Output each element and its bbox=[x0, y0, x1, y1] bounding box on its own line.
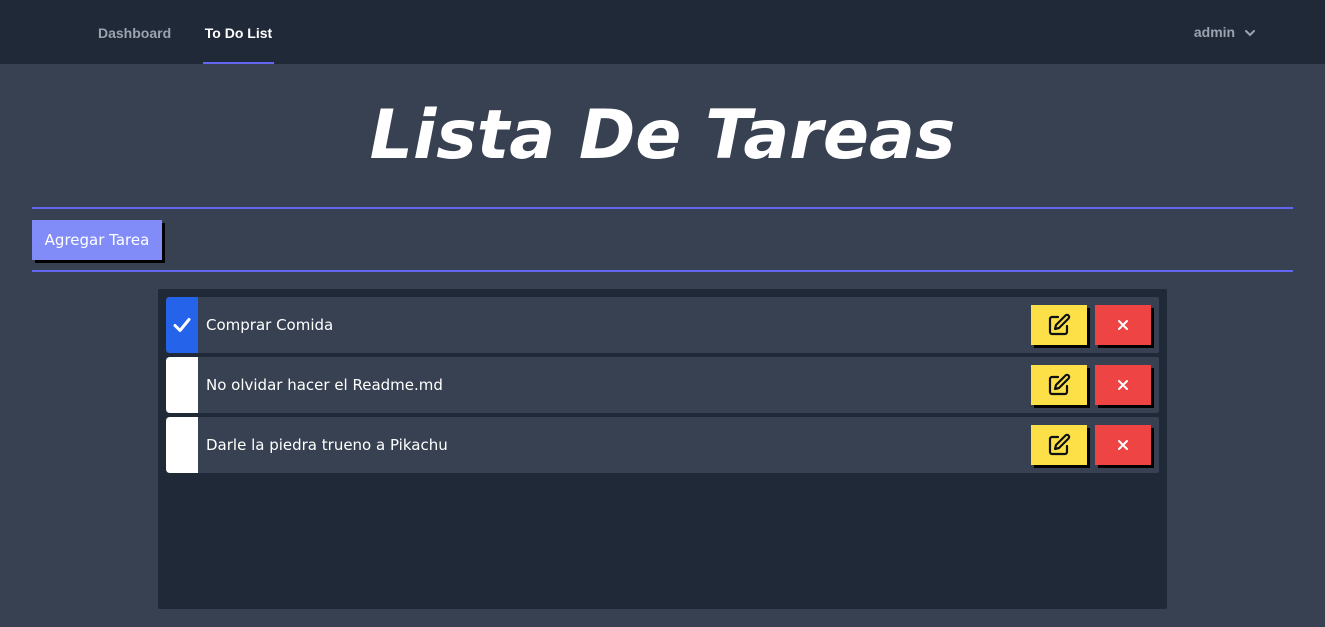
nav-link-dashboard[interactable]: Dashboard bbox=[98, 0, 171, 64]
edit-task-button[interactable] bbox=[1031, 425, 1087, 465]
divider-bottom bbox=[32, 270, 1293, 272]
edit-task-button[interactable] bbox=[1031, 305, 1087, 345]
page-title: Lista De Tareas bbox=[369, 96, 956, 175]
delete-task-button[interactable] bbox=[1095, 365, 1151, 405]
edit-icon bbox=[1048, 433, 1071, 456]
top-navbar: Dashboard To Do List admin bbox=[0, 0, 1325, 64]
task-text: Comprar Comida bbox=[206, 316, 334, 334]
task-item: No olvidar hacer el Readme.md bbox=[166, 357, 1159, 413]
task-checkbox[interactable] bbox=[166, 297, 198, 353]
delete-task-button[interactable] bbox=[1095, 305, 1151, 345]
edit-icon bbox=[1048, 373, 1071, 396]
delete-task-button[interactable] bbox=[1095, 425, 1151, 465]
task-text: Darle la piedra trueno a Pikachu bbox=[206, 436, 448, 454]
add-task-button[interactable]: Agregar Tarea bbox=[32, 220, 162, 260]
edit-icon bbox=[1048, 313, 1071, 336]
task-text: No olvidar hacer el Readme.md bbox=[206, 376, 443, 394]
task-checkbox[interactable] bbox=[166, 357, 198, 413]
nav-link-label: To Do List bbox=[204, 25, 273, 41]
active-tab-indicator bbox=[203, 62, 274, 64]
close-icon bbox=[1118, 380, 1128, 390]
nav-link-todo-list[interactable]: To Do List bbox=[203, 0, 274, 64]
close-icon bbox=[1118, 320, 1128, 330]
checkmark-icon bbox=[173, 318, 191, 332]
task-item: Comprar Comida bbox=[166, 297, 1159, 353]
divider-top bbox=[32, 207, 1293, 209]
user-name: admin bbox=[1193, 24, 1236, 40]
task-list: Comprar Comida No olvidar hacer el Readm… bbox=[158, 289, 1167, 609]
user-menu[interactable]: admin bbox=[1194, 0, 1255, 64]
chevron-down-icon bbox=[1245, 29, 1255, 37]
task-checkbox[interactable] bbox=[166, 417, 198, 473]
task-item: Darle la piedra trueno a Pikachu bbox=[166, 417, 1159, 473]
close-icon bbox=[1118, 440, 1128, 450]
edit-task-button[interactable] bbox=[1031, 365, 1087, 405]
